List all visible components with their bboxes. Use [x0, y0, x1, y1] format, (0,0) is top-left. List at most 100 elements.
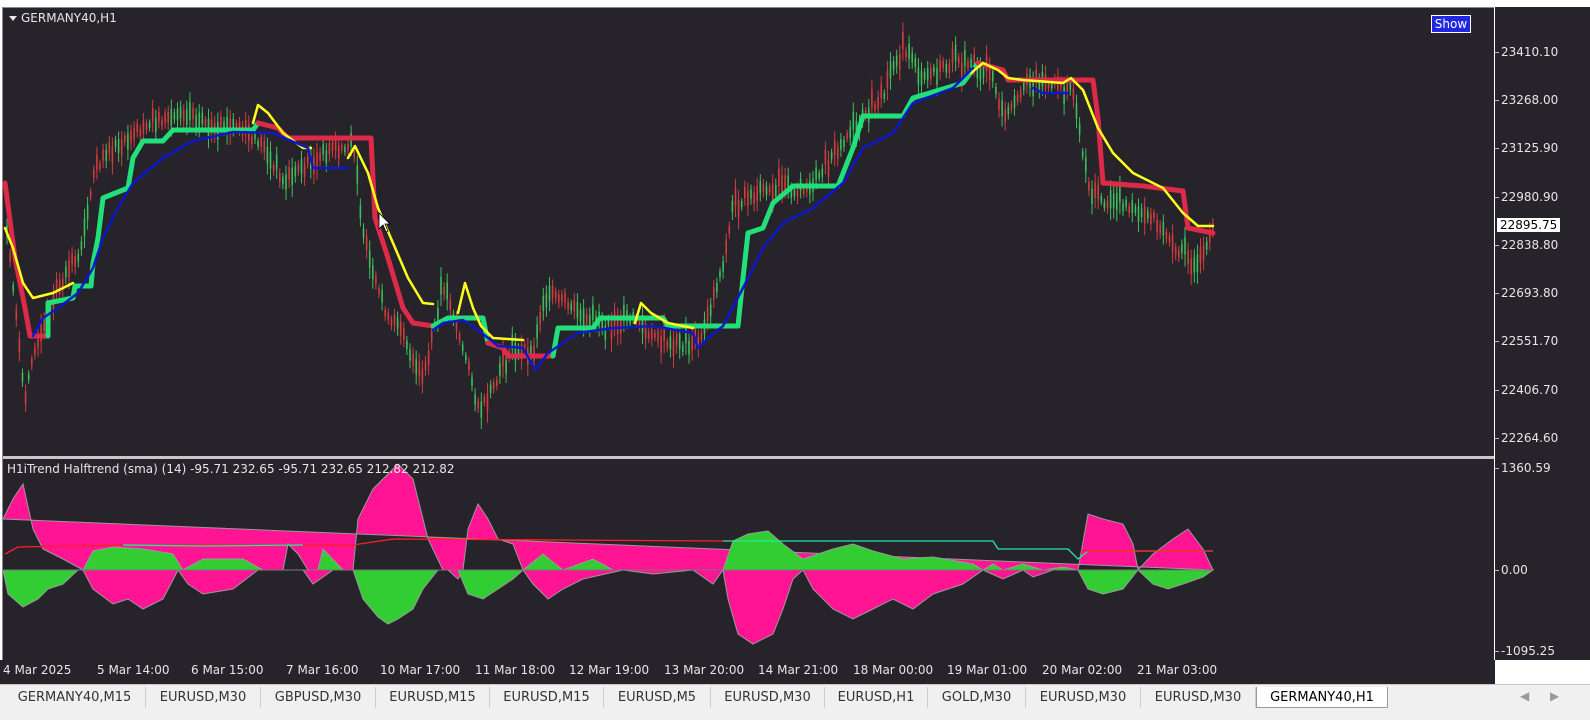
candle-body — [778, 168, 780, 187]
indicator-axis-label: 0.00 — [1501, 563, 1528, 577]
chart-tab[interactable]: EURUSD,M15 — [490, 687, 604, 708]
candle-body — [784, 175, 786, 190]
candle-body — [579, 309, 582, 322]
candle-body — [902, 31, 904, 50]
show-button[interactable]: Show — [1431, 15, 1471, 33]
candle-body — [948, 63, 951, 73]
time-axis[interactable]: 4 Mar 2025 5 Mar 14:00 6 Mar 15:00 7 Mar… — [0, 660, 1495, 684]
chart-tab[interactable]: EURUSD,M30 — [146, 687, 261, 708]
time-axis-label: 20 Mar 02:00 — [1042, 663, 1123, 677]
price-chart-canvas — [3, 22, 1216, 429]
candle-body — [886, 70, 889, 89]
candle-body — [998, 98, 1000, 111]
candle-body — [992, 71, 994, 82]
candle-body — [477, 401, 479, 409]
candle-body — [753, 192, 755, 204]
candle-body — [824, 149, 827, 165]
candle-body — [356, 165, 359, 184]
candle-body — [297, 164, 300, 172]
halftrend-up-segment — [45, 120, 261, 339]
chart-tab[interactable]: EURUSD,M15 — [376, 687, 490, 708]
candle-body — [1193, 257, 1196, 273]
candle-body — [892, 61, 895, 70]
candle-body — [139, 129, 142, 137]
slow-line — [1031, 86, 1070, 95]
candle-body — [189, 102, 191, 121]
candle-body — [533, 345, 535, 361]
chart-tab[interactable]: EURUSD,H1 — [825, 687, 928, 708]
candle-body — [1147, 211, 1149, 219]
fast-line — [456, 281, 525, 342]
candle-body — [905, 50, 907, 58]
candle-body — [151, 107, 154, 123]
candle-body — [1007, 106, 1010, 115]
candle-body — [1069, 82, 1072, 91]
chart-tab[interactable]: EURUSD,M30 — [1141, 687, 1256, 708]
candle-body — [117, 139, 120, 153]
candle-body — [325, 150, 328, 164]
candle-body — [1150, 213, 1152, 224]
candle-body — [576, 302, 579, 318]
candle-body — [802, 188, 805, 194]
candle-body — [765, 186, 768, 195]
candle-body — [158, 111, 160, 122]
candle-body — [1023, 82, 1025, 91]
candle-body — [1165, 231, 1168, 239]
candle-body — [827, 160, 830, 177]
chart-tab[interactable]: GERMANY40,M15 — [4, 687, 146, 708]
candle-body — [849, 126, 851, 138]
candle-body — [170, 108, 173, 126]
indicator-axis-label: -1095.25 — [1501, 644, 1555, 658]
candle-body — [393, 314, 396, 326]
candle-body — [548, 285, 551, 301]
price-axis[interactable]: 23410.10 23268.00 23125.90 22980.90 2289… — [1495, 7, 1590, 660]
candle-body — [403, 328, 405, 340]
candle-body — [365, 236, 368, 250]
candle-body — [1190, 258, 1192, 275]
chart-tab[interactable]: EURUSD,M30 — [1026, 687, 1141, 708]
tab-scroll-right-icon[interactable]: ▶ — [1550, 689, 1559, 703]
candle-body — [155, 117, 157, 133]
candle-body — [821, 168, 824, 178]
candle-body — [77, 253, 80, 262]
candle-body — [731, 201, 734, 213]
candle-body — [359, 205, 362, 219]
price-chart-pane[interactable]: GERMANY40,H1 — [3, 8, 1494, 457]
chart-tab[interactable]: EURUSD,M5 — [604, 687, 711, 708]
candle-body — [130, 131, 132, 143]
candle-body — [750, 189, 752, 199]
candle-body — [272, 164, 275, 172]
candle-body — [353, 149, 355, 158]
tab-scroll-left-icon[interactable]: ◀ — [1520, 689, 1529, 703]
chart-tab[interactable]: EURUSD,M30 — [711, 687, 825, 708]
candle-body — [186, 109, 188, 125]
candle-body — [161, 119, 163, 126]
indicator-axis-label: 1360.59 — [1501, 461, 1551, 475]
collapse-triangle-icon[interactable] — [9, 15, 17, 21]
candle-body — [58, 280, 61, 294]
chart-tab-active[interactable]: GERMANY40,H1 — [1256, 687, 1388, 708]
candle-body — [1106, 200, 1109, 209]
candle-body — [372, 265, 374, 280]
candle-body — [465, 354, 467, 361]
candle-body — [105, 149, 107, 161]
candle-body — [368, 250, 371, 268]
candle-body — [716, 282, 718, 292]
candle-body — [706, 306, 709, 321]
indicator-pane[interactable]: H1iTrend Halftrend (sma) (14) -95.71 232… — [3, 459, 1494, 660]
chart-tab[interactable]: GOLD,M30 — [928, 687, 1026, 708]
candle-body — [1016, 94, 1019, 102]
chart-title[interactable]: GERMANY40,H1 — [9, 11, 117, 25]
candle-body — [957, 56, 960, 64]
price-tick — [1495, 341, 1499, 342]
candle-body — [83, 218, 86, 237]
candle-body — [446, 282, 448, 300]
candle-body — [768, 186, 771, 193]
candle-body — [1122, 203, 1124, 211]
candle-body — [99, 163, 101, 169]
chart-tab[interactable]: GBPUSD,M30 — [261, 687, 376, 708]
candle-body — [1134, 206, 1137, 213]
candle-body — [1171, 234, 1174, 252]
candle-body — [846, 133, 848, 139]
halftrend-down-segment — [3, 180, 51, 339]
